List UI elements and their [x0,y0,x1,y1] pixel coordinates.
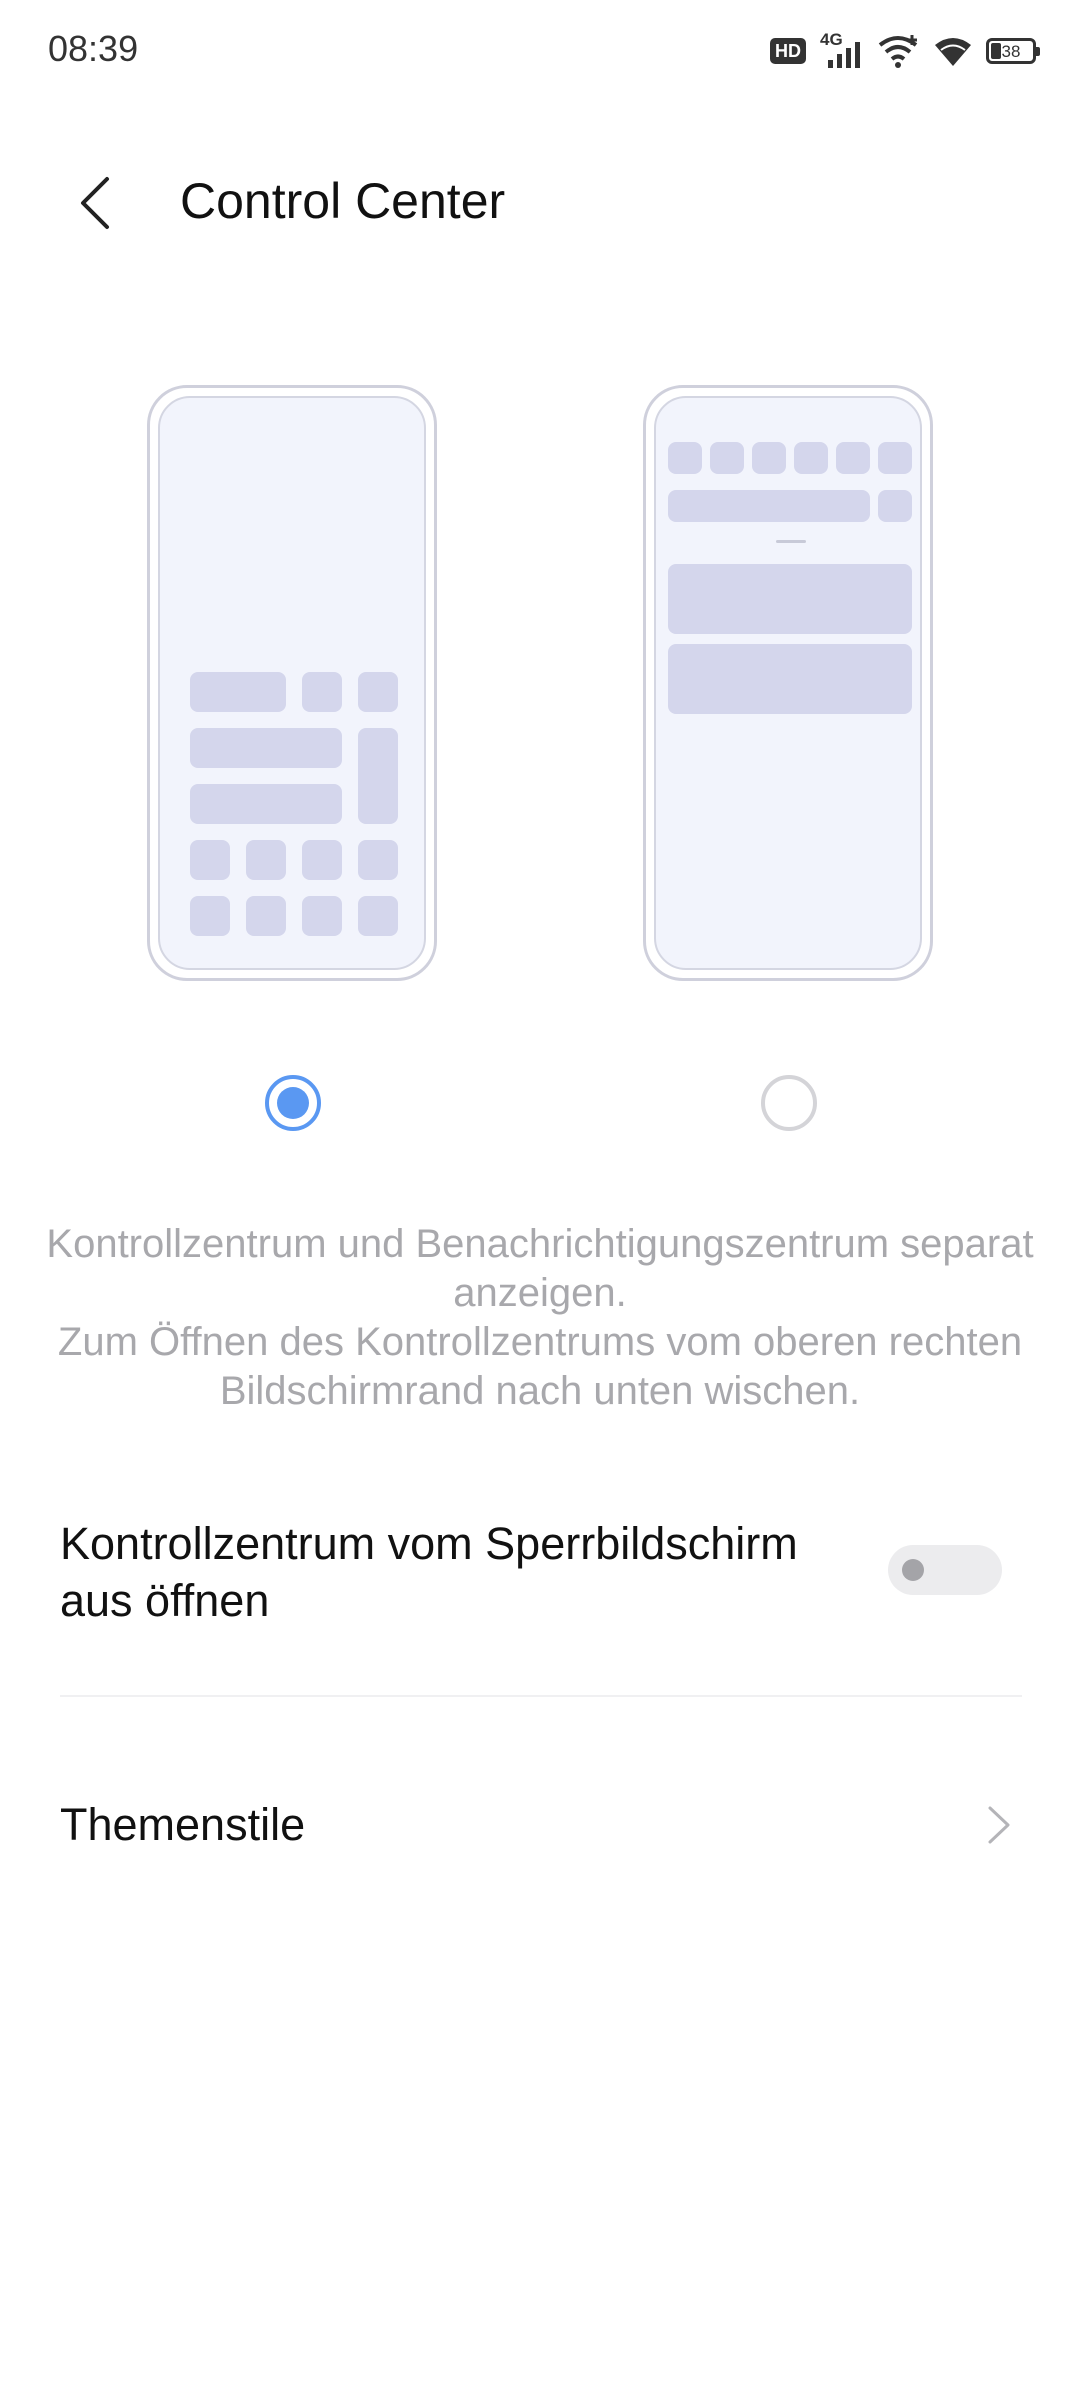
status-icons: HD 4G 38 [770,30,1040,72]
description-line-1: Kontrollzentrum und Benachrichtigungszen… [46,1222,1034,1315]
lock-screen-setting-row: Kontrollzentrum vom Sperrbildschirm aus … [60,1515,1022,1645]
layout-option-combined[interactable] [643,385,939,985]
theme-styles-row[interactable]: Themenstile [60,1790,1022,1860]
lock-screen-toggle[interactable] [888,1545,1002,1595]
wifi-icon [935,38,971,66]
radio-separate-layout[interactable] [265,1075,321,1131]
phone-screen [158,396,426,970]
chevron-right-icon [988,1806,1010,1844]
wifi-plus-icon [878,35,918,68]
battery-icon: 38 [986,38,1040,64]
signal-4g-icon: 4G [820,30,864,70]
theme-styles-label: Themenstile [60,1799,306,1850]
status-bar: 08:39 HD 4G 38 [0,0,1080,100]
battery-level: 38 [1001,41,1021,61]
back-button[interactable] [60,168,130,238]
status-time: 08:39 [48,28,139,69]
layout-description: Kontrollzentrum und Benachrichtigungszen… [40,1220,1040,1416]
hd-icon: HD [770,38,806,64]
phone-preview-separate [147,385,437,981]
chevron-left-icon [81,177,109,229]
divider [60,1695,1022,1697]
header: Control Center [0,150,1080,260]
toggle-knob [902,1559,924,1581]
radio-combined-layout[interactable] [761,1075,817,1131]
phone-preview-combined [643,385,933,981]
layout-option-separate[interactable] [147,385,443,985]
phone-screen [654,396,922,970]
lock-screen-setting-label: Kontrollzentrum vom Sperrbildschirm aus … [60,1518,798,1626]
page-title: Control Center [180,173,506,229]
description-line-2: Zum Öffnen des Kontrollzentrums vom ober… [57,1320,1023,1413]
